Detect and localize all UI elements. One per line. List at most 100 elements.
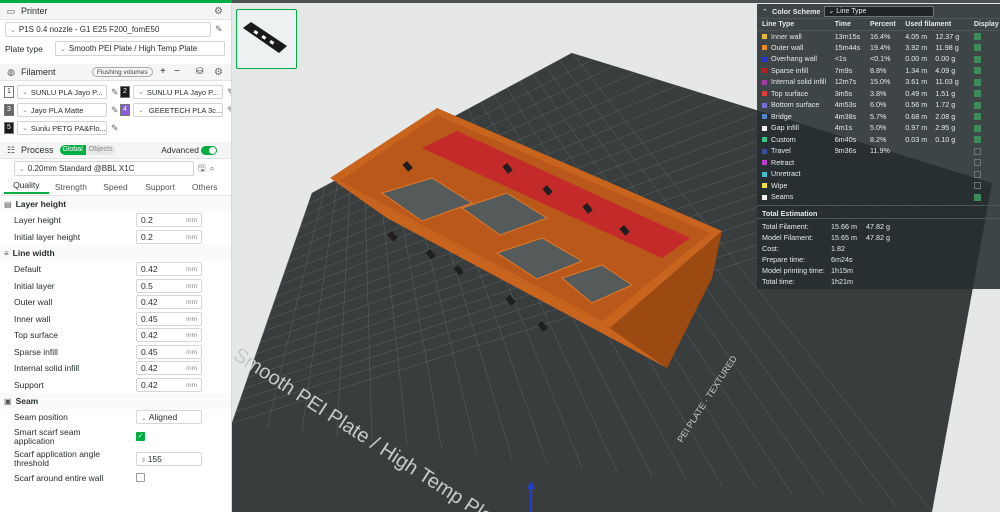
unit-mm: mm bbox=[186, 217, 197, 225]
display-checkbox[interactable] bbox=[973, 170, 981, 178]
line-type-percent: 3.8% bbox=[869, 88, 887, 98]
line-width-input[interactable]: 0.45 mm bbox=[136, 344, 202, 359]
line-type-name: Inner wall bbox=[771, 31, 802, 41]
process-preset-text: 0.20mm Standard @BBL X1C bbox=[27, 164, 135, 173]
line-type-percent: 15.0% bbox=[869, 77, 891, 87]
filament-dropdown[interactable]: ⌄ SUNLU PLA Jayo P... bbox=[17, 85, 107, 99]
layer-height-label: Layer height bbox=[14, 215, 61, 226]
line-type-table: Line Type Time Percent Used filament Display… bbox=[757, 19, 1000, 203]
display-checkbox[interactable] bbox=[973, 124, 981, 132]
search-icon[interactable]: ⌕ bbox=[210, 163, 215, 174]
edit-filament-icon[interactable]: ✎ bbox=[111, 87, 119, 98]
line-type-cell: Bridge bbox=[757, 111, 830, 123]
display-checkbox[interactable] bbox=[973, 55, 981, 63]
display-checkbox[interactable] bbox=[973, 67, 981, 75]
line-width-input[interactable]: 0.42 mm bbox=[136, 377, 202, 392]
filament-slot[interactable]: 5 ⌄ Sunlu PETG PA&Flo... ✎ bbox=[4, 120, 120, 136]
used-meters: 4.05 m bbox=[905, 31, 928, 41]
display-checkbox[interactable] bbox=[973, 33, 981, 41]
plate-thumbnail[interactable] bbox=[236, 9, 297, 69]
filament-dropdown[interactable]: ⌄ Sunlu PETG PA&Flo... bbox=[17, 121, 107, 135]
chevron-down-icon: ⌄ bbox=[10, 26, 16, 34]
seam-group-icon: ▣ bbox=[4, 396, 12, 406]
line-width-input[interactable]: 0.42 mm bbox=[136, 361, 202, 376]
display-checkbox[interactable] bbox=[973, 159, 981, 167]
tab-speed[interactable]: Speed bbox=[93, 182, 138, 192]
line-type-used: 0.49 m 1.51 g bbox=[900, 88, 969, 100]
display-checkbox[interactable] bbox=[973, 113, 981, 121]
seam-position-dropdown[interactable]: ⌄ Aligned bbox=[136, 410, 202, 425]
add-filament-icon[interactable]: + bbox=[160, 66, 166, 77]
tab-strength[interactable]: Strength bbox=[49, 182, 94, 192]
total-key: Model Filament: bbox=[762, 232, 814, 242]
scarf-threshold-spinner[interactable]: ⇕ 155 bbox=[136, 451, 202, 466]
used-grams: 12.37 g bbox=[935, 31, 960, 41]
filament-slot[interactable]: 3 ⌄ Jayo PLA Matte ✎ bbox=[4, 102, 120, 118]
collapse-icon[interactable]: ⌃ bbox=[762, 7, 768, 16]
display-checkbox[interactable] bbox=[973, 101, 981, 109]
chevron-down-icon: ⌄ bbox=[138, 89, 144, 96]
initial-layer-height-input[interactable]: 0.2 mm bbox=[136, 229, 202, 244]
line-type-time: 4m53s bbox=[834, 100, 857, 110]
unit-mm: mm bbox=[186, 315, 197, 323]
printer-settings-gear-icon[interactable]: ⚙ bbox=[214, 6, 223, 17]
left-panel: ▭ Printer ⚙ ⌄ P1S 0.4 nozzle - G1 E25 F20… bbox=[0, 3, 232, 512]
global-toggle[interactable]: Global bbox=[59, 145, 86, 155]
edit-filament-icon[interactable]: ✎ bbox=[111, 123, 119, 134]
display-checkbox[interactable] bbox=[973, 182, 981, 190]
line-width-input[interactable]: 0.42 mm bbox=[136, 295, 202, 310]
tab-support[interactable]: Support bbox=[138, 182, 183, 192]
line-width-input[interactable]: 0.42 mm bbox=[136, 262, 202, 277]
display-checkbox[interactable] bbox=[973, 78, 981, 86]
line-width-input[interactable]: 0.5 mm bbox=[136, 278, 202, 293]
line-width-label: Internal solid infill bbox=[14, 363, 80, 374]
display-checkbox[interactable] bbox=[973, 136, 981, 144]
process-preset-dropdown[interactable]: ⌄ 0.20mm Standard @BBL X1C bbox=[14, 161, 194, 176]
printer-profile-dropdown[interactable]: ⌄ P1S 0.4 nozzle - G1 E25 F200_fomE50 bbox=[5, 22, 211, 37]
layer-height-input[interactable]: 0.2 mm bbox=[136, 213, 202, 228]
remove-filament-icon[interactable]: − bbox=[174, 66, 180, 77]
filament-slot[interactable]: 1 ⌄ SUNLU PLA Jayo P... ✎ bbox=[4, 84, 120, 100]
line-type-used: 0.56 m 1.72 g bbox=[900, 99, 969, 111]
line-width-row: Initial layer 0.5 mm bbox=[0, 278, 231, 295]
spinner-arrows-icon: ⇕ bbox=[141, 457, 148, 464]
line-type-percent bbox=[865, 180, 900, 192]
line-width-group: ≡ Line width bbox=[0, 245, 231, 261]
used-meters: 3.92 m bbox=[905, 42, 928, 52]
filament-dropdown[interactable]: ⌄ SUNLU PLA Jayo P... bbox=[133, 85, 223, 99]
filament-settings-gear-icon[interactable]: ⚙ bbox=[214, 67, 223, 78]
filament-slot[interactable]: 2⌄SUNLU PLA Jayo P...✎ bbox=[120, 84, 231, 100]
line-type-row: Retract bbox=[757, 157, 1000, 169]
tab-others[interactable]: Others bbox=[182, 182, 227, 192]
line-type-used bbox=[900, 145, 969, 157]
total-value-2: 47.82 g bbox=[866, 232, 890, 242]
color-scheme-mode-dropdown[interactable]: ⌄ Line Type bbox=[824, 5, 935, 17]
save-preset-icon[interactable]: 🖫 bbox=[198, 161, 206, 177]
filament-dropdown[interactable]: ⌄ Jayo PLA Matte bbox=[17, 103, 107, 117]
flushing-volumes-button[interactable]: Flushing volumes bbox=[92, 67, 153, 77]
color-scheme-header: ⌃ Color Scheme ⌄ Line Type bbox=[757, 4, 1000, 19]
line-width-group-title: Line width bbox=[12, 248, 55, 258]
seam-position-label: Seam position bbox=[14, 412, 68, 423]
sync-filament-icon[interactable]: ⛁ bbox=[196, 66, 204, 77]
filament-dropdown[interactable]: ⌄ GEEETECH PLA 3c... bbox=[133, 103, 223, 117]
line-width-input[interactable]: 0.42 mm bbox=[136, 328, 202, 343]
edit-filament-icon[interactable]: ✎ bbox=[111, 105, 119, 116]
display-checkbox[interactable] bbox=[973, 90, 981, 98]
line-type-row: Custom 6m40s 8.2% 0.03 m 0.10 g bbox=[757, 134, 1000, 146]
advanced-toggle[interactable] bbox=[201, 146, 217, 155]
display-checkbox[interactable] bbox=[973, 147, 981, 155]
plate-type-dropdown[interactable]: ⌄ Smooth PEI Plate / High Temp Plate bbox=[55, 41, 225, 56]
chevron-down-icon: ⌄ bbox=[60, 45, 66, 53]
filament-slot[interactable]: 4⌄GEEETECH PLA 3c...✎ bbox=[120, 102, 231, 118]
objects-toggle[interactable]: Objects bbox=[85, 145, 116, 155]
smart-scarf-checkbox[interactable]: ✓ bbox=[136, 432, 145, 441]
scarf-around-checkbox[interactable] bbox=[136, 473, 145, 483]
display-cell bbox=[969, 88, 1000, 100]
line-type-percent: 8.8% bbox=[869, 65, 887, 75]
tab-quality[interactable]: Quality bbox=[4, 180, 49, 194]
display-checkbox[interactable] bbox=[973, 193, 981, 201]
edit-printer-icon[interactable]: ✎ bbox=[215, 24, 223, 35]
display-checkbox[interactable] bbox=[973, 44, 981, 52]
line-width-input[interactable]: 0.45 mm bbox=[136, 311, 202, 326]
